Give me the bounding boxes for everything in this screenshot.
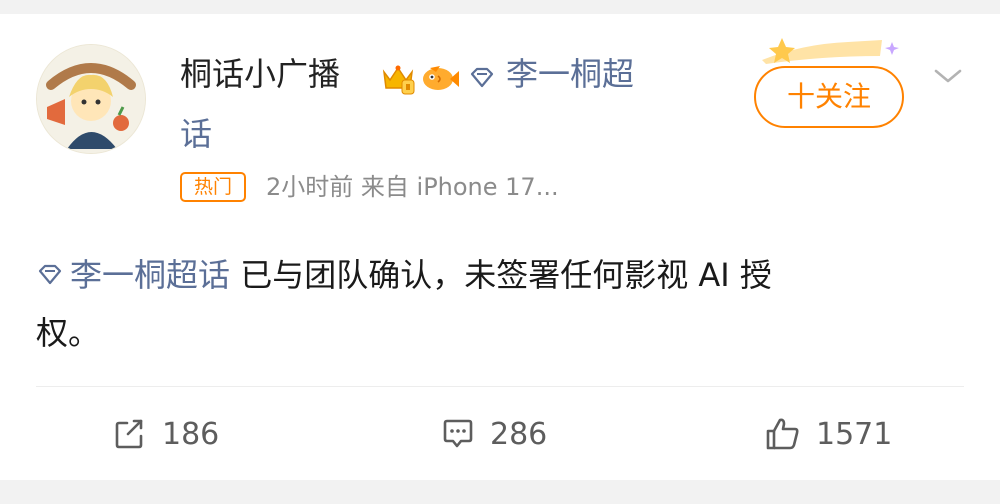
- comment-count: 286: [490, 416, 548, 452]
- chevron-down-icon[interactable]: [932, 66, 964, 86]
- super-topic-link-continued[interactable]: 话: [180, 114, 212, 154]
- follow-decoration: [762, 34, 912, 66]
- post-super-topic-link[interactable]: 李一桐超话: [70, 256, 230, 294]
- repost-button[interactable]: 186: [112, 412, 219, 456]
- fish-badge-icon[interactable]: [420, 60, 460, 96]
- comment-button[interactable]: 286: [440, 412, 547, 456]
- username[interactable]: 桐话小广播: [180, 54, 340, 94]
- post-body-line1: 已与团队确认，未签署任何影视 AI 授: [230, 256, 772, 294]
- bottom-background: [0, 480, 1000, 504]
- repost-icon: [115, 419, 143, 449]
- diamond-icon: [468, 64, 496, 92]
- thumbs-up-icon: [766, 418, 799, 450]
- super-topic-link[interactable]: 李一桐超: [506, 54, 634, 94]
- post-text: 李一桐超话 已与团队确认，未签署任何影视 AI 授: [36, 252, 956, 301]
- divider: [36, 386, 964, 387]
- top-background: [0, 0, 1000, 14]
- like-button[interactable]: 1571: [764, 412, 892, 456]
- hot-tag: 热门: [180, 172, 246, 202]
- comment-icon: [443, 419, 473, 448]
- diamond-icon: [36, 255, 64, 301]
- post-meta: 2小时前 来自 iPhone 17...: [266, 173, 559, 201]
- repost-count: 186: [162, 416, 220, 452]
- like-count: 1571: [816, 416, 893, 452]
- crown-badge-icon[interactable]: [380, 60, 416, 96]
- follow-button[interactable]: 十关注: [754, 66, 904, 128]
- avatar[interactable]: [36, 44, 146, 154]
- post-body-line2: 权。: [36, 314, 101, 352]
